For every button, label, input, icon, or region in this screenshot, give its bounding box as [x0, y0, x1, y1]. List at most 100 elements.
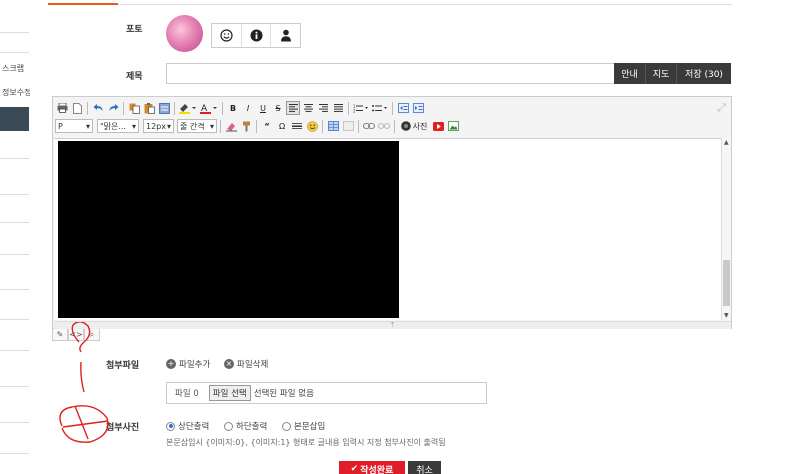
toolbar-separator: [358, 119, 359, 133]
indent-icon[interactable]: [411, 101, 425, 115]
cancel-button[interactable]: 취소: [408, 461, 441, 474]
sidebar-item-scrap[interactable]: 스크랩: [2, 63, 30, 74]
delete-file-label: 파일삭제: [237, 360, 269, 370]
paste-icon[interactable]: [142, 101, 156, 115]
sidebar-divider: [0, 222, 29, 223]
radio-label: 하단출력: [236, 422, 268, 432]
copy-icon[interactable]: [127, 101, 141, 115]
font-select[interactable]: "맑은... ▾: [97, 119, 139, 133]
new-doc-icon[interactable]: [70, 101, 84, 115]
toolbar-separator: [174, 101, 175, 115]
toolbar-separator: [87, 101, 88, 115]
emoticon-icon[interactable]: [305, 119, 319, 133]
submit-button[interactable]: ✔ 작성완료: [339, 461, 405, 474]
line-height-select[interactable]: 줄 간격 ▾: [177, 119, 217, 133]
image-icon[interactable]: [446, 119, 460, 133]
radio-button[interactable]: [224, 421, 233, 431]
editor-content-area[interactable]: [54, 138, 721, 320]
insert-photo-button[interactable]: 사진: [398, 119, 430, 133]
bullet-list-icon[interactable]: [371, 101, 389, 115]
add-file-label: 파일추가: [179, 360, 211, 370]
paste-text-icon[interactable]: [157, 101, 171, 115]
active-tab-indicator: [48, 3, 118, 5]
insert-photo-label: 사진: [412, 121, 428, 131]
align-right-icon[interactable]: [316, 101, 330, 115]
sidebar-divider: [0, 289, 29, 290]
check-icon: ✔: [350, 464, 359, 474]
smiley-icon[interactable]: [212, 24, 242, 47]
outdent-icon[interactable]: [396, 101, 410, 115]
file-status: 선택된 파일 없음: [253, 389, 314, 399]
horizontal-rule-icon[interactable]: [290, 119, 304, 133]
scroll-down-icon[interactable]: ▼: [724, 312, 729, 319]
format-select-value: P: [58, 121, 63, 131]
italic-icon[interactable]: I: [241, 101, 255, 115]
blockquote-icon[interactable]: “: [260, 119, 274, 133]
font-color-icon[interactable]: A: [199, 101, 219, 115]
table-icon[interactable]: [326, 119, 340, 133]
title-input[interactable]: [166, 63, 615, 84]
line-height-select-value: 줄 간격: [180, 121, 205, 131]
chevron-down-icon: ▾: [85, 121, 90, 131]
undo-icon[interactable]: [91, 101, 105, 115]
scrollbar-thumb[interactable]: [723, 260, 730, 306]
info-icon[interactable]: [242, 24, 272, 47]
clear-format-icon[interactable]: [224, 119, 238, 133]
expand-icon[interactable]: ⤢: [717, 101, 726, 115]
bold-icon[interactable]: B: [226, 101, 240, 115]
profile-photo[interactable]: [166, 15, 203, 52]
align-center-icon[interactable]: [301, 101, 315, 115]
toolbar-separator: [348, 101, 349, 115]
align-justify-icon[interactable]: [331, 101, 345, 115]
person-icon[interactable]: [271, 24, 300, 47]
left-sidebar: 스크랩 정보수정: [0, 0, 30, 474]
video-icon[interactable]: [431, 119, 445, 133]
save-draft-button[interactable]: 저장 (30): [677, 63, 731, 84]
special-char-icon[interactable]: Ω: [275, 119, 289, 133]
toolbar-separator: [322, 119, 323, 133]
radio-button[interactable]: [166, 421, 175, 431]
format-select[interactable]: P ▾: [55, 119, 93, 133]
sidebar-divider: [0, 453, 29, 454]
guide-button[interactable]: 안내: [614, 63, 646, 84]
strikethrough-icon[interactable]: S: [271, 101, 285, 115]
link-icon[interactable]: [362, 119, 376, 133]
numbered-list-icon[interactable]: 12: [352, 101, 370, 115]
choose-file-button[interactable]: 파일 선택: [208, 385, 251, 401]
radio-inline-insert[interactable]: 본문삽입: [282, 420, 325, 432]
camera-icon: [400, 121, 411, 131]
sidebar-divider: [0, 350, 29, 351]
radio-top-output[interactable]: 상단출력: [166, 420, 209, 432]
scroll-up-icon[interactable]: ▲: [724, 139, 729, 146]
sidebar-divider: [0, 194, 29, 195]
sidebar-item-active[interactable]: [0, 107, 29, 131]
unlink-icon[interactable]: [377, 119, 391, 133]
print-icon[interactable]: [55, 101, 69, 115]
rich-text-editor: A B I U S 12 P ▾ "맑은... ▾ 12px ▾ 줄 간격 ▾ …: [52, 96, 732, 329]
align-left-icon[interactable]: [286, 101, 300, 115]
sidebar-divider: [0, 386, 29, 387]
highlight-color-icon[interactable]: [178, 101, 198, 115]
chevron-down-icon: ▾: [131, 121, 136, 131]
sidebar-divider: [0, 32, 29, 33]
sidebar-item-edit-info[interactable]: 정보수정: [2, 87, 30, 98]
map-button[interactable]: 지도: [646, 63, 677, 84]
font-size-select-value: 12px: [146, 121, 166, 131]
svg-text:2: 2: [353, 108, 356, 113]
redo-icon[interactable]: [106, 101, 120, 115]
editor-scrollbar[interactable]: ▲ ▼: [721, 138, 731, 320]
table-edit-icon[interactable]: [341, 119, 355, 133]
editor-resize-handle[interactable]: ⇡: [54, 321, 731, 329]
embedded-video[interactable]: [58, 141, 399, 318]
font-size-select[interactable]: 12px ▾: [143, 119, 174, 133]
delete-file-button[interactable]: × 파일삭제: [224, 358, 268, 370]
header-divider: [48, 4, 732, 5]
underline-icon[interactable]: U: [256, 101, 270, 115]
format-brush-icon[interactable]: [239, 119, 253, 133]
chevron-down-icon: ▾: [209, 121, 214, 131]
attach-photo-helper: 본문삽입시 {이미지:0}, {이미지:1} 형태로 글내용 입력시 지정 첨부…: [166, 438, 446, 447]
sidebar-divider: [0, 319, 29, 320]
add-file-button[interactable]: + 파일추가: [166, 358, 210, 370]
radio-button[interactable]: [282, 421, 291, 431]
radio-bottom-output[interactable]: 하단출력: [224, 420, 267, 432]
